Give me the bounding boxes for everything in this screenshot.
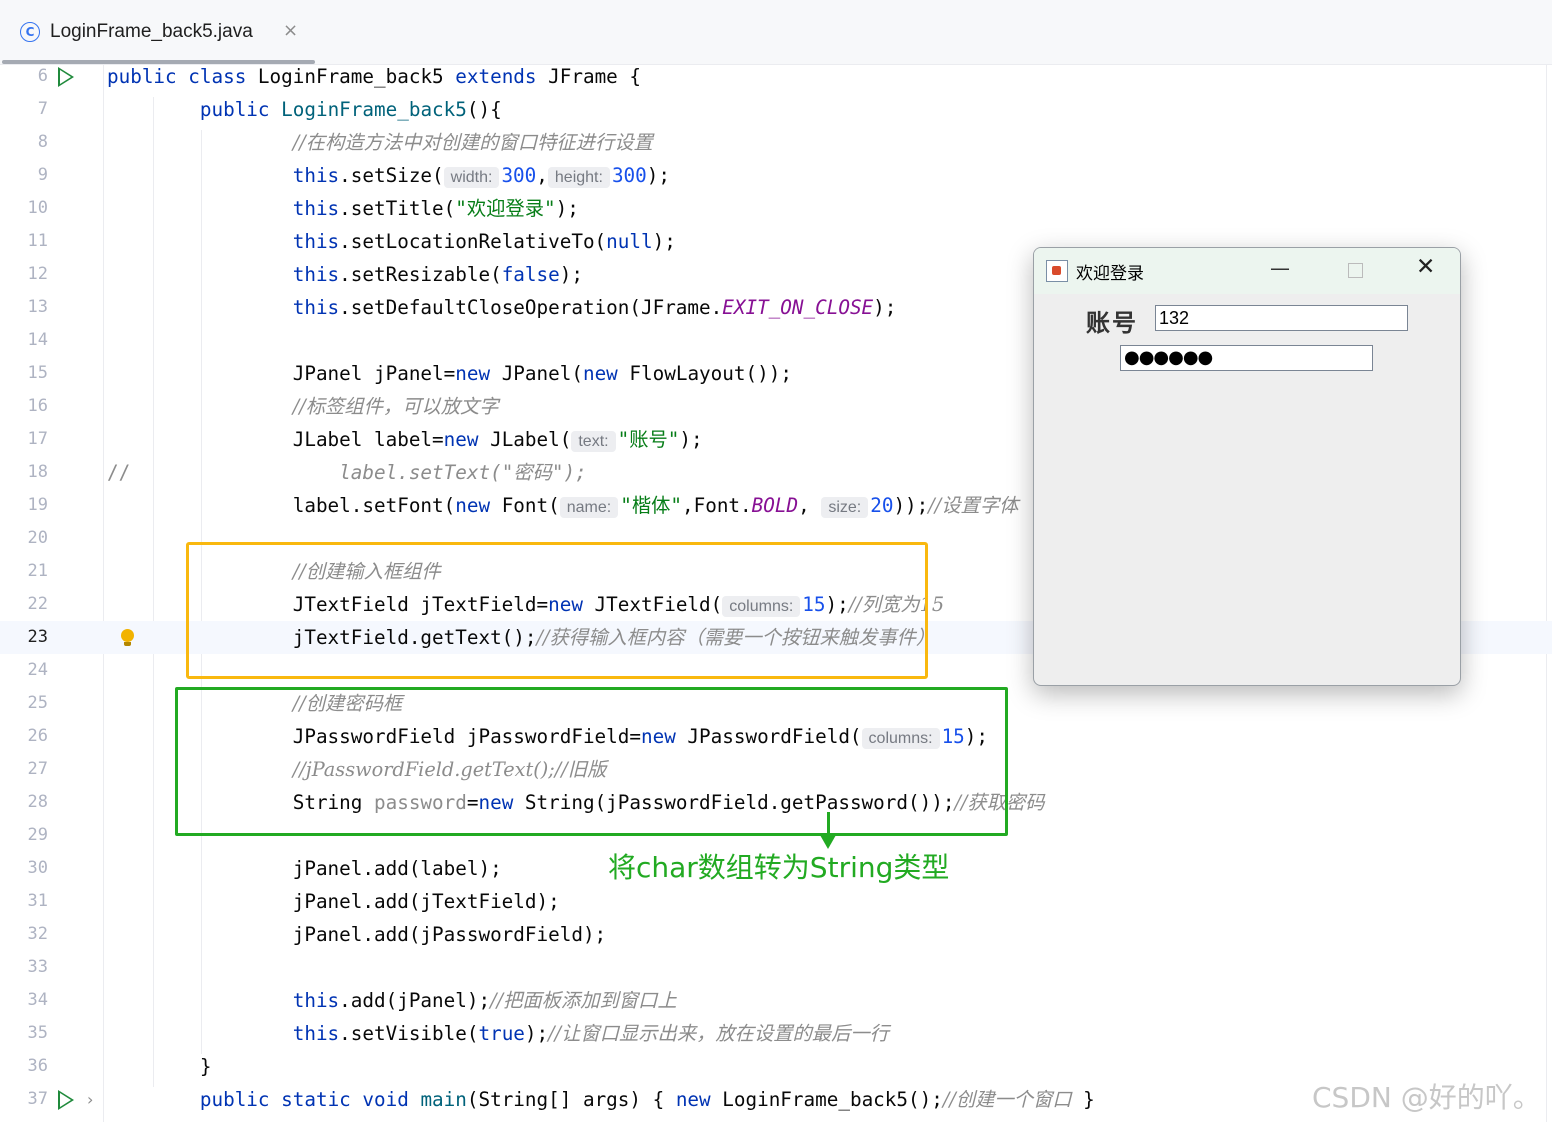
minimize-button[interactable]: — [1270, 256, 1290, 280]
editor-tab[interactable]: C LoginFrame_back5.java × [0, 0, 315, 64]
java-icon [1046, 260, 1068, 282]
line-number: 7 [37, 99, 48, 119]
line-number: 21 [27, 561, 48, 581]
annotation-text: 将char数组转为String类型 [608, 851, 950, 884]
tab-filename: LoginFrame_back5.java [50, 21, 253, 42]
line-number: 36 [27, 1056, 48, 1076]
line-number: 15 [27, 363, 48, 383]
line-number: 34 [27, 990, 48, 1010]
line-number: 16 [27, 396, 48, 416]
line-number: 19 [27, 495, 48, 515]
line-number: 9 [37, 165, 48, 185]
code-line[interactable]: 34 this.add(jPanel);//把面板添加到窗口上 [0, 984, 1552, 1017]
close-icon[interactable]: × [283, 20, 298, 41]
run-icon[interactable] [58, 67, 74, 87]
line-number: 28 [27, 792, 48, 812]
line-number: 18 [27, 462, 48, 482]
line-number: 25 [27, 693, 48, 713]
line-number: 23 [27, 627, 48, 647]
param-hint: size: [821, 497, 869, 518]
chevron-right-icon[interactable]: › [87, 1083, 93, 1116]
run-icon[interactable] [58, 1090, 74, 1110]
line-number: 26 [27, 726, 48, 746]
code-line[interactable]: 7 public LoginFrame_back5(){ [0, 93, 1552, 126]
java-login-window[interactable]: 欢迎登录 — ✕ 账号 132 ●●●●●● [1033, 247, 1461, 686]
line-number: 29 [27, 825, 48, 845]
account-text-field[interactable]: 132 [1155, 305, 1408, 331]
window-title: 欢迎登录 [1076, 264, 1144, 284]
line-number: 20 [27, 528, 48, 548]
line-number: 11 [27, 231, 48, 251]
watermark: CSDN @好的吖。 [1312, 1081, 1541, 1114]
code-line[interactable]: 8 //在构造方法中对创建的窗口特征进行设置 [0, 126, 1552, 159]
close-button[interactable]: ✕ [1416, 254, 1435, 280]
line-number: 27 [27, 759, 48, 779]
password-field[interactable]: ●●●●●● [1120, 345, 1373, 371]
editor-tab-bar: C LoginFrame_back5.java × [0, 0, 1552, 65]
line-number: 6 [37, 66, 48, 86]
param-hint: height: [547, 167, 610, 188]
line-number: 35 [27, 1023, 48, 1043]
line-number: 13 [27, 297, 48, 317]
highlight-box-textfield [186, 542, 928, 679]
line-number: 14 [27, 330, 48, 350]
code-line[interactable]: 32 jPanel.add(jPasswordField); [0, 918, 1552, 951]
line-number: 32 [27, 924, 48, 944]
line-number: 12 [27, 264, 48, 284]
maximize-button[interactable] [1348, 263, 1363, 278]
line-number: 30 [27, 858, 48, 878]
code-line[interactable]: 10 this.setTitle("欢迎登录"); [0, 192, 1552, 225]
line-number: 37 [27, 1089, 48, 1109]
highlight-box-password [175, 687, 1008, 836]
code-line[interactable]: 9 this.setSize(width: 300, height: 300); [0, 159, 1552, 192]
code-line[interactable]: 31 jPanel.add(jTextField); [0, 885, 1552, 918]
code-line[interactable]: 33 [0, 951, 1552, 984]
param-hint: width: [443, 167, 500, 188]
code-line[interactable]: 6 public class LoginFrame_back5 extends … [0, 60, 1552, 93]
line-number: 24 [27, 660, 48, 680]
line-number: 31 [27, 891, 48, 911]
line-number: 22 [27, 594, 48, 614]
class-icon: C [20, 22, 40, 42]
window-titlebar[interactable]: 欢迎登录 — ✕ [1034, 248, 1460, 294]
param-hint: text: [571, 431, 616, 452]
line-number: 10 [27, 198, 48, 218]
line-number: 17 [27, 429, 48, 449]
account-label: 账号 [1086, 308, 1138, 337]
param-hint: name: [559, 497, 619, 518]
line-number: 33 [27, 957, 48, 977]
code-line[interactable]: 35 this.setVisible(true);//让窗口显示出来，放在设置的… [0, 1017, 1552, 1050]
line-number: 8 [37, 132, 48, 152]
